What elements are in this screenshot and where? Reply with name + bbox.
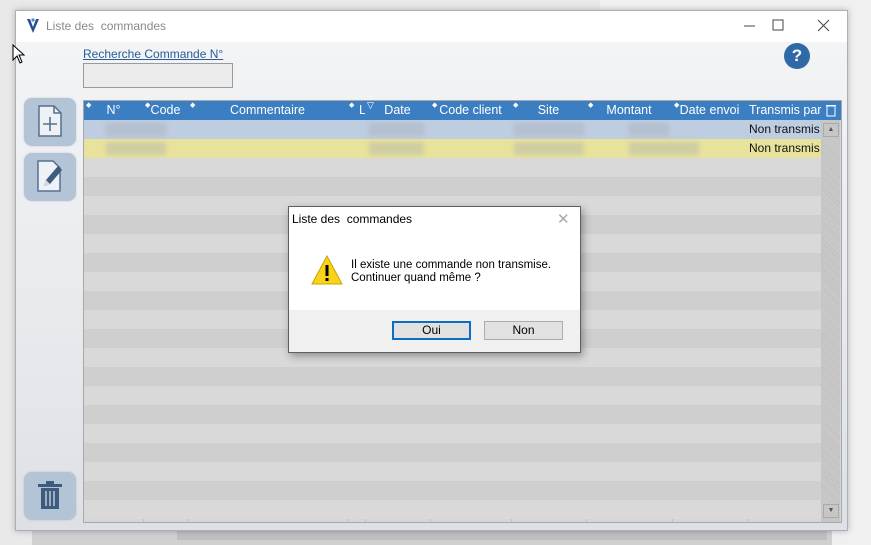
column-header-date-envoi[interactable]: Date envoi xyxy=(672,101,747,120)
column-header-montant[interactable]: Montant xyxy=(586,101,672,120)
window-title: Liste des commandes xyxy=(46,19,167,33)
column-header-commentaire[interactable]: Commentaire xyxy=(188,101,347,120)
column-header-date[interactable]: Date xyxy=(365,101,430,120)
dialog-message-line2: Continuer quand même ? xyxy=(351,272,481,284)
help-button[interactable]: ? xyxy=(784,43,810,69)
mouse-cursor-icon xyxy=(12,43,26,67)
non-button[interactable]: Non xyxy=(484,321,563,340)
scroll-down-icon[interactable]: ▼ xyxy=(823,504,839,518)
table-row[interactable]: Non transmis xyxy=(84,120,821,139)
app-logo-icon xyxy=(25,17,41,38)
column-header-l[interactable]: L xyxy=(347,101,365,120)
edit-document-icon xyxy=(35,159,65,196)
delete-order-button[interactable] xyxy=(24,472,76,520)
empty-table-row xyxy=(84,177,821,196)
dialog-message: Il existe une commande non transmise. Co… xyxy=(351,259,551,285)
warning-icon xyxy=(311,254,343,288)
title-bar[interactable]: Liste des commandes xyxy=(16,11,847,42)
maximize-button[interactable] xyxy=(758,15,798,37)
trash-icon xyxy=(36,479,64,514)
empty-table-row xyxy=(84,481,821,500)
transmis-cell: Non transmis xyxy=(749,122,820,136)
column-header-code-client[interactable]: Code client xyxy=(430,101,511,120)
column-header-numero[interactable]: N° xyxy=(84,101,143,120)
add-order-button[interactable] xyxy=(24,98,76,146)
empty-table-row xyxy=(84,424,821,443)
dialog-footer: Oui Non xyxy=(289,310,580,352)
confirm-dialog: Liste des commandes ✕ Il existe une comm… xyxy=(288,206,581,353)
close-button[interactable] xyxy=(804,15,844,37)
column-header-code[interactable]: Code xyxy=(143,101,188,120)
oui-button[interactable]: Oui xyxy=(392,321,471,340)
column-header-site[interactable]: Site xyxy=(511,101,586,120)
empty-table-row xyxy=(84,158,821,177)
empty-table-row xyxy=(84,443,821,462)
empty-table-row xyxy=(84,462,821,481)
transmis-cell: Non transmis xyxy=(749,141,820,155)
dialog-message-line1: Il existe une commande non transmise. xyxy=(351,259,552,271)
search-label[interactable]: Recherche Commande N° xyxy=(83,47,223,61)
column-header-transmis-par[interactable]: Transmis par xyxy=(747,101,825,120)
table-row-selected[interactable]: Non transmis xyxy=(84,139,821,158)
edit-order-button[interactable] xyxy=(24,153,76,201)
grid-header: ◆ N° ◆ Code ◆ Commentaire ◆ L ▽ Date ◆ C… xyxy=(84,101,841,120)
column-chooser-icon[interactable] xyxy=(826,104,836,120)
dialog-title: Liste des commandes xyxy=(292,212,413,226)
empty-table-row xyxy=(84,405,821,424)
vertical-scrollbar[interactable]: ▲ ▼ xyxy=(821,120,840,522)
empty-table-row xyxy=(84,500,821,519)
empty-table-row xyxy=(84,386,821,405)
search-order-input[interactable] xyxy=(83,63,233,88)
scroll-up-icon[interactable]: ▲ xyxy=(823,123,839,137)
dialog-close-button[interactable]: ✕ xyxy=(557,210,570,228)
empty-table-row xyxy=(84,367,821,386)
add-document-icon xyxy=(36,104,64,141)
left-toolbar xyxy=(20,98,80,528)
